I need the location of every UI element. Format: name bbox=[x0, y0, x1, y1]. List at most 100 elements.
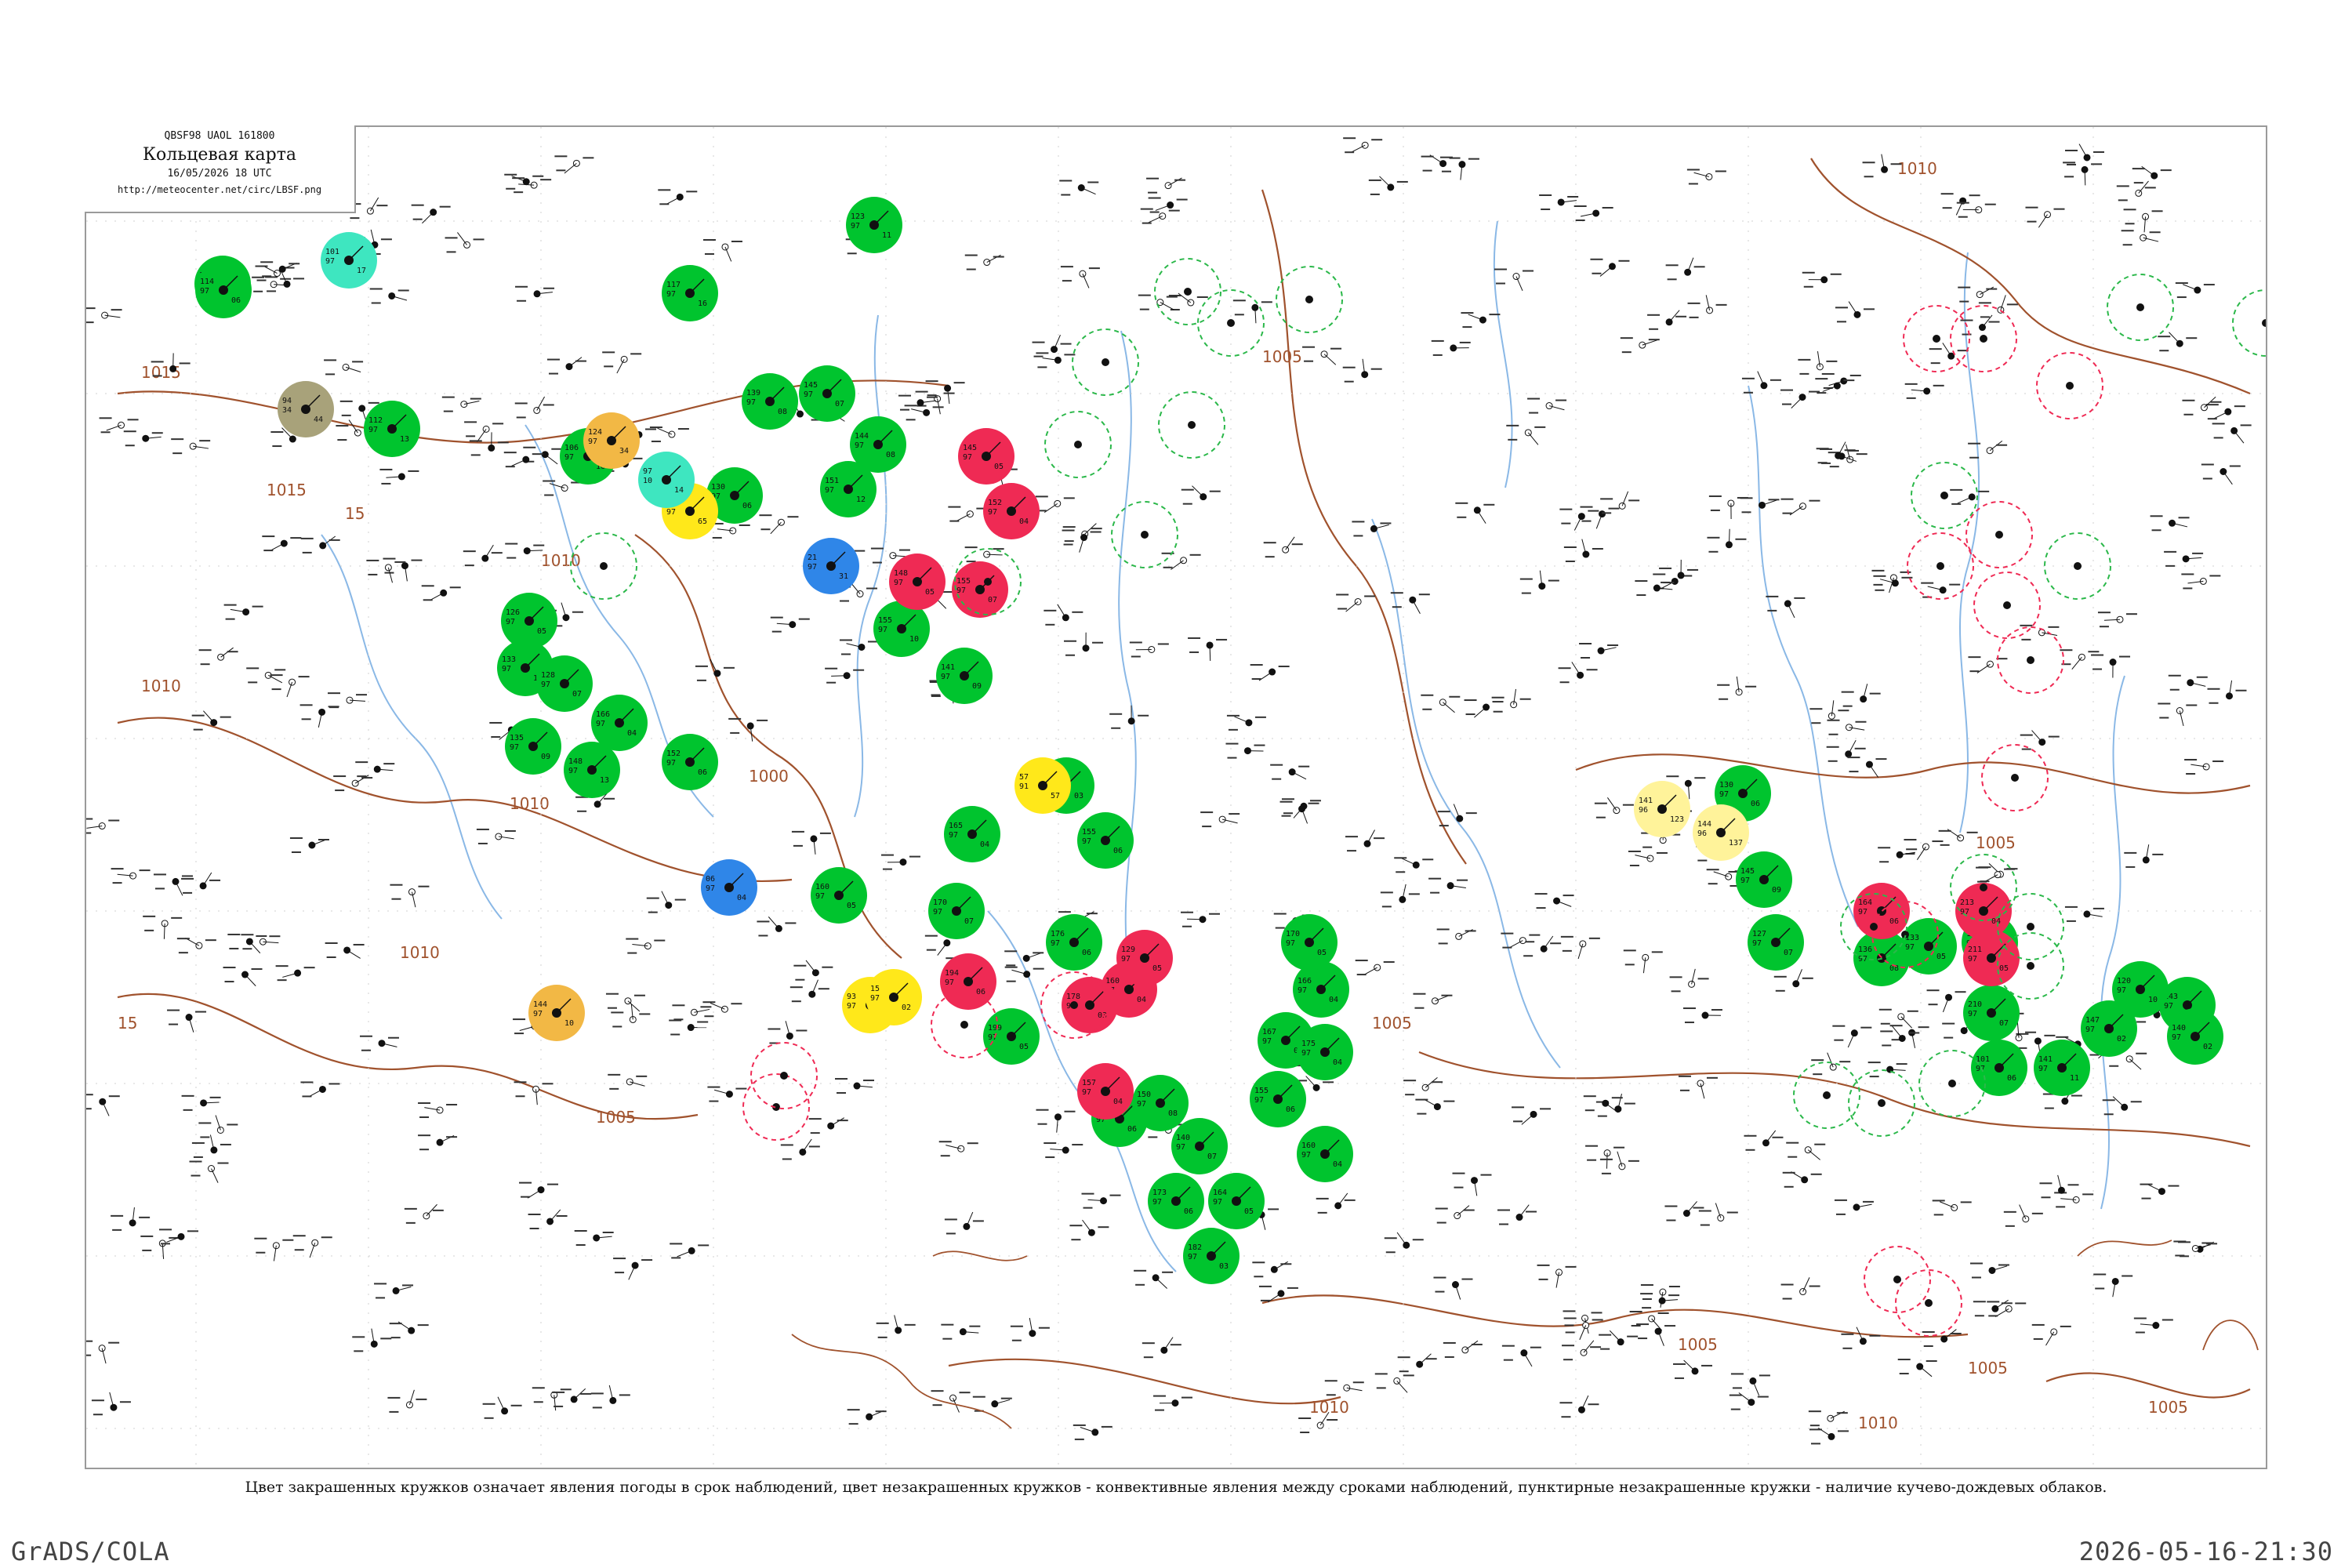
station-value-mark bbox=[108, 1095, 120, 1098]
station-value-mark bbox=[1154, 1409, 1164, 1411]
coastline bbox=[791, 1334, 1012, 1429]
station-value-mark bbox=[302, 551, 312, 554]
station-value-mark bbox=[1038, 1327, 1050, 1329]
station-value-mark bbox=[2056, 1036, 2069, 1038]
wind-barb bbox=[568, 357, 583, 367]
station-value-mark bbox=[904, 1323, 916, 1326]
station-value-mark bbox=[542, 1083, 554, 1085]
station-value-mark bbox=[1841, 1333, 1854, 1335]
station-pressure-value: 140 bbox=[1176, 1134, 1190, 1142]
station-pressure-value: 157 bbox=[1082, 1079, 1096, 1087]
station-value-mark bbox=[1863, 308, 1875, 310]
station-temp-value: 97 bbox=[2164, 1002, 2173, 1011]
station-value-mark bbox=[1083, 1207, 1093, 1209]
station-value-mark bbox=[2213, 437, 2223, 439]
map-url[interactable]: http://meteocenter.net/circ/LBSF.png bbox=[85, 184, 354, 195]
station-value-mark bbox=[1780, 389, 1793, 391]
station-value-mark bbox=[303, 967, 315, 969]
station-value-mark bbox=[702, 238, 716, 241]
station-value-mark bbox=[1181, 1396, 1192, 1399]
station-value-mark bbox=[1370, 368, 1382, 370]
station-value-mark bbox=[1385, 1251, 1396, 1254]
station-value-mark bbox=[2066, 920, 2076, 922]
station-value-mark bbox=[1671, 990, 1681, 993]
station-value-mark bbox=[1431, 339, 1444, 342]
station-value-mark bbox=[1854, 747, 1866, 750]
station-value-mark bbox=[2091, 654, 2104, 656]
station-value-mark bbox=[1599, 1158, 1613, 1160]
station-tendency-value: 12 bbox=[856, 495, 866, 504]
station-temp-value: 97 bbox=[502, 665, 511, 673]
station-value-mark bbox=[2141, 1197, 2151, 1200]
station-temp-value: 97 bbox=[368, 426, 378, 434]
station-value-mark bbox=[1717, 684, 1730, 686]
station-value-mark bbox=[1298, 1417, 1312, 1420]
station-value-mark bbox=[412, 218, 423, 220]
station-value-mark bbox=[1782, 1171, 1795, 1174]
station-value-mark bbox=[326, 956, 336, 958]
station-value-mark bbox=[2140, 1183, 2153, 1185]
station-value-mark bbox=[1461, 1278, 1473, 1280]
station-value-mark bbox=[111, 868, 124, 870]
station-value-mark bbox=[915, 390, 928, 393]
wind-barb bbox=[937, 942, 948, 956]
station-value-mark bbox=[1417, 1112, 1427, 1115]
station-value-mark bbox=[1950, 1332, 1962, 1334]
station-value-mark bbox=[822, 966, 833, 968]
station-value-mark bbox=[2158, 702, 2171, 705]
station-value-mark bbox=[1503, 1359, 1513, 1361]
station-value-mark bbox=[1730, 1373, 1744, 1375]
station-value-mark bbox=[540, 179, 552, 181]
station-dot bbox=[1798, 503, 1806, 510]
station-value-mark bbox=[872, 561, 882, 564]
station-tendency-value: 07 bbox=[1999, 1019, 2009, 1028]
station-value-mark bbox=[1642, 1307, 1652, 1309]
station-value-mark bbox=[1847, 757, 1860, 759]
station-temp-value: 97 bbox=[1188, 1253, 1197, 1261]
station-value-mark bbox=[819, 832, 831, 834]
station-value-mark bbox=[1772, 1136, 1784, 1138]
wind-barb bbox=[2213, 411, 2229, 419]
station-value-mark bbox=[2186, 337, 2198, 339]
station-value-mark bbox=[353, 943, 365, 946]
station-value-mark bbox=[1950, 488, 1963, 491]
station-value-mark bbox=[1730, 1408, 1740, 1410]
station-value-mark bbox=[1602, 206, 1613, 209]
station-value-mark bbox=[533, 1401, 543, 1403]
station-value-mark bbox=[506, 187, 516, 190]
station-temp-value: 97 bbox=[596, 720, 605, 728]
station-value-mark bbox=[704, 252, 714, 255]
station-value-mark bbox=[1590, 1346, 1602, 1348]
station-value-mark bbox=[613, 1258, 626, 1260]
station-value-mark bbox=[1392, 606, 1402, 608]
station-value-mark bbox=[1837, 1430, 1849, 1432]
station-value-mark bbox=[176, 938, 190, 940]
station-tendency-value: 07 bbox=[572, 690, 582, 699]
station-value-mark bbox=[2168, 674, 2181, 677]
station-value-mark bbox=[181, 877, 194, 880]
station-value-mark bbox=[993, 256, 1004, 258]
station-value-mark bbox=[1977, 880, 1987, 883]
station-value-mark bbox=[698, 1244, 710, 1247]
station-temp-value: 97 bbox=[963, 453, 972, 462]
station-value-mark bbox=[580, 1392, 592, 1395]
station-value-mark bbox=[1399, 1370, 1409, 1373]
station-value-mark bbox=[771, 630, 782, 633]
station-value-mark bbox=[1464, 699, 1477, 702]
station-value-mark bbox=[1588, 510, 1599, 512]
station-value-mark bbox=[1493, 710, 1503, 713]
station-cloud-cover-icon bbox=[780, 1072, 788, 1080]
station-tendency-value: 07 bbox=[988, 596, 997, 604]
station-value-mark bbox=[404, 1207, 417, 1210]
station-value-mark bbox=[154, 887, 165, 890]
station-value-mark bbox=[1817, 392, 1827, 394]
station-pressure-value: 155 bbox=[956, 577, 971, 586]
station-temp-value: 97 bbox=[568, 767, 578, 775]
station-value-mark bbox=[1585, 1145, 1599, 1147]
station-cloud-cover-icon bbox=[1995, 531, 2003, 539]
wind-barb bbox=[1942, 343, 1952, 357]
station-temp-value: 97 bbox=[804, 390, 813, 399]
station-value-mark bbox=[1181, 925, 1192, 927]
station-value-mark bbox=[1011, 1339, 1022, 1341]
station-value-mark bbox=[464, 564, 474, 567]
